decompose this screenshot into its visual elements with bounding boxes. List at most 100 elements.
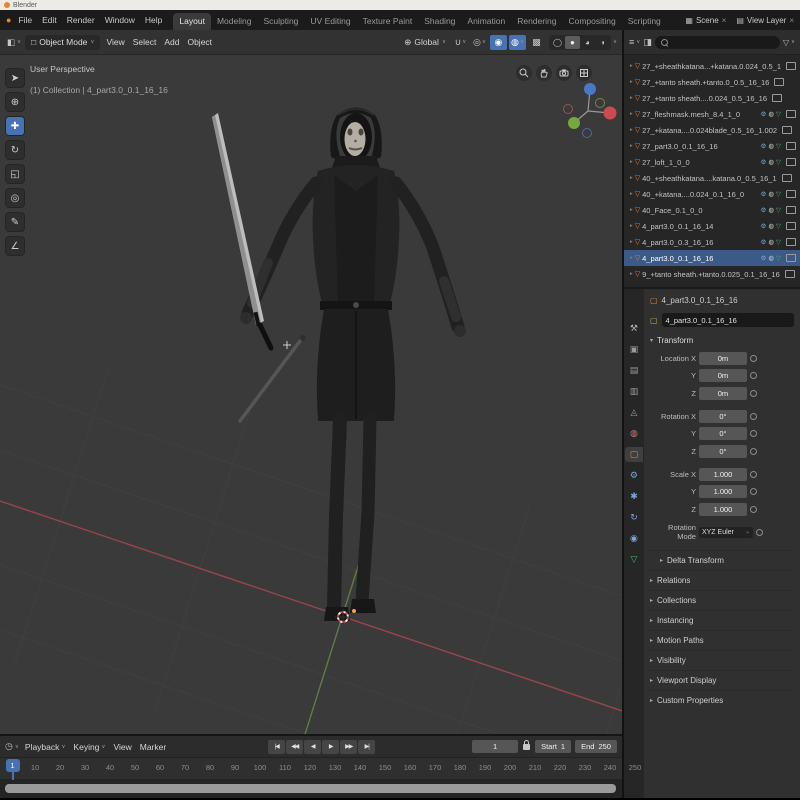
timeline-menu[interactable]: Keying∨ (69, 742, 109, 752)
outliner-filter-icon[interactable]: ◨ (643, 37, 652, 48)
playhead[interactable]: 1 (6, 759, 20, 772)
disable-in-viewport-icon[interactable] (786, 110, 796, 118)
disclosure-icon[interactable]: ▸ (630, 143, 633, 149)
pan-hand-icon[interactable] (536, 65, 552, 81)
disable-in-viewport-icon[interactable] (786, 254, 796, 262)
workspace-tab[interactable]: Layout (173, 13, 211, 30)
value-field[interactable]: 1.000 (699, 468, 747, 481)
animate-dot-icon[interactable] (750, 506, 757, 513)
disclosure-icon[interactable]: ▸ (630, 111, 633, 117)
value-field[interactable]: 0° (699, 427, 747, 440)
tab-object[interactable]: ▢ (625, 447, 643, 462)
workspace-tab[interactable]: Shading (418, 13, 461, 30)
animate-dot-icon[interactable] (750, 355, 757, 362)
disable-in-viewport-icon[interactable] (785, 270, 795, 278)
tab-constraints[interactable]: ◉ (625, 531, 643, 546)
viewport-3d[interactable]: User Perspective (1) Collection | 4_part… (0, 55, 622, 734)
transform-tool[interactable]: ◎ (6, 189, 24, 207)
tab-particles[interactable]: ✱ (625, 489, 643, 504)
view-layer-unlink-icon[interactable]: × (789, 16, 794, 25)
topbar-menu[interactable]: Help (140, 15, 167, 25)
jump-to-start-button[interactable]: |◀ (268, 740, 285, 754)
disable-in-viewport-icon[interactable] (786, 158, 796, 166)
toggle-perspective-icon[interactable] (576, 65, 592, 81)
panel-section[interactable]: ▸ Instancing (650, 610, 794, 630)
prev-keyframe-button[interactable]: ◀◀ (286, 740, 303, 754)
viewport-menu[interactable]: Add (160, 37, 183, 47)
viewport-menu[interactable]: Select (129, 37, 161, 47)
animate-dot-icon[interactable] (750, 430, 757, 437)
timeline-menu[interactable]: Playback∨ (21, 742, 70, 752)
40_+katana....0.024_0.1_16_0[interactable]: ▸ ▽ 40_+katana....0.024_0.1_16_0 ⚙ ◍ ▽ (624, 186, 800, 202)
scene-selector[interactable]: ▦ Scene × (685, 16, 726, 25)
katana-sword[interactable] (212, 113, 271, 348)
workspace-tab[interactable]: Scripting (622, 13, 667, 30)
transform-orientation-dropdown[interactable]: ⊕ Global ∨ (400, 37, 450, 48)
tab-modifiers[interactable]: ⚙ (625, 468, 643, 483)
gizmo-y-axis[interactable] (568, 117, 580, 129)
animate-dot-icon[interactable] (750, 372, 757, 379)
topbar-menu[interactable]: Window (100, 15, 140, 25)
tab-render[interactable]: ▣ (625, 342, 643, 357)
tab-view-layer[interactable]: ▥ (625, 384, 643, 399)
27_+tanto sheath....0.024_0.5_16_16[interactable]: ▸ ▽ 27_+tanto sheath....0.024_0.5_16_16 (624, 90, 800, 106)
disable-in-viewport-icon[interactable] (786, 142, 796, 150)
gizmo-x-neg[interactable] (563, 105, 572, 114)
panel-section[interactable]: ▸ Relations (650, 570, 794, 590)
select-box-tool[interactable]: ➤ (6, 69, 24, 87)
rotation-mode-dropdown[interactable]: XYZ Euler ⌄ (699, 527, 753, 538)
animate-dot-icon[interactable] (750, 413, 757, 420)
disclosure-icon[interactable]: ▸ (630, 175, 633, 181)
value-field[interactable]: 1.000 (699, 503, 747, 516)
40_Face_0.1_0_0[interactable]: ▸ ▽ 40_Face_0.1_0_0 ⚙ ◍ ▽ (624, 202, 800, 218)
navigation-gizmo[interactable] (560, 83, 618, 139)
27_fleshmask.mesh_8.4_1_0[interactable]: ▸ ▽ 27_fleshmask.mesh_8.4_1_0 ⚙ ◍ ▽ (624, 106, 800, 122)
frame-start-field[interactable]: Start1 (535, 740, 571, 753)
disclosure-icon[interactable]: ▸ (630, 63, 633, 69)
panel-section[interactable]: ▸ Delta Transform (650, 550, 794, 570)
workspace-tab[interactable]: Animation (461, 13, 511, 30)
camera-view-icon[interactable] (556, 65, 572, 81)
animate-dot-icon[interactable] (750, 471, 757, 478)
shading-rendered[interactable]: ◑ (595, 36, 610, 49)
show-gizmo-toggle[interactable]: ◉ (490, 35, 507, 50)
disclosure-icon[interactable]: ▸ (630, 239, 633, 245)
tab-output[interactable]: ▤ (625, 363, 643, 378)
workspace-tab[interactable]: Texture Paint (357, 13, 419, 30)
4_part3.0_0.3_16_16[interactable]: ▸ ▽ 4_part3.0_0.3_16_16 ⚙ ◍ ▽ (624, 234, 800, 250)
toggle-xray[interactable]: ▩ (528, 35, 545, 50)
play-button[interactable]: ▶ (322, 740, 339, 754)
lock-icon[interactable] (523, 744, 530, 750)
disclosure-icon[interactable]: ▸ (630, 127, 633, 133)
shading-wireframe[interactable]: ◯ (550, 36, 565, 49)
value-field[interactable]: 0m (699, 352, 747, 365)
topbar-menu[interactable]: Render (62, 15, 100, 25)
gizmo-z-neg[interactable] (582, 129, 591, 138)
panel-section[interactable]: ▸ Custom Properties (650, 690, 794, 710)
tab-physics[interactable]: ↻ (625, 510, 643, 525)
disable-in-viewport-icon[interactable] (786, 206, 796, 214)
annotate-tool[interactable]: ✎ (6, 213, 24, 231)
frame-end-field[interactable]: End250 (575, 740, 617, 753)
blender-app-icon[interactable]: ● (6, 15, 11, 25)
disable-in-viewport-icon[interactable] (782, 126, 792, 134)
scale-tool[interactable]: ◱ (6, 165, 24, 183)
timeline-menu[interactable]: Marker (136, 742, 170, 752)
gizmo-y-neg[interactable] (595, 99, 604, 108)
disclosure-icon[interactable]: ▸ (630, 271, 633, 277)
jump-to-end-button[interactable]: ▶| (358, 740, 375, 754)
disclosure-icon[interactable]: ▸ (630, 79, 633, 85)
topbar-menu[interactable]: File (13, 15, 37, 25)
show-overlays-toggle[interactable]: ◍∨ (509, 35, 526, 50)
disclosure-icon[interactable]: ▸ (630, 159, 633, 165)
disable-in-viewport-icon[interactable] (786, 238, 796, 246)
27_+katana....0.024blade_0.5_16_1.002[interactable]: ▸ ▽ 27_+katana....0.024blade_0.5_16_1.00… (624, 122, 800, 138)
current-frame-field[interactable]: 1 (472, 740, 518, 753)
timeline-menu[interactable]: View (109, 742, 135, 752)
outliner-editor-icon[interactable]: ≡∨ (629, 37, 640, 47)
tab-object-data[interactable]: ▽ (625, 552, 643, 567)
editor-type-button[interactable]: ◧ ∨ (5, 37, 23, 48)
disclosure-icon[interactable]: ▸ (630, 207, 633, 213)
object-name-field[interactable]: 4_part3.0_0.1_16_16 (662, 313, 794, 327)
gizmo-z-axis[interactable] (584, 83, 596, 95)
